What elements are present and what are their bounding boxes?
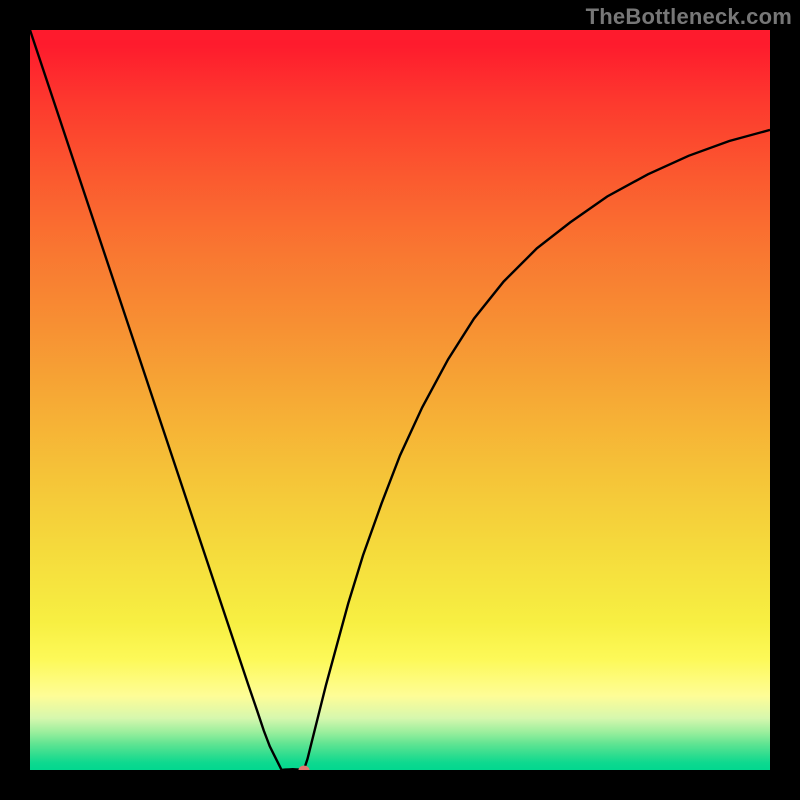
curve-svg: [30, 30, 770, 770]
bottleneck-curve: [30, 30, 770, 770]
chart-frame: TheBottleneck.com: [0, 0, 800, 800]
optimal-point-marker: [298, 766, 309, 771]
watermark-text: TheBottleneck.com: [586, 4, 792, 30]
plot-area: [30, 30, 770, 770]
